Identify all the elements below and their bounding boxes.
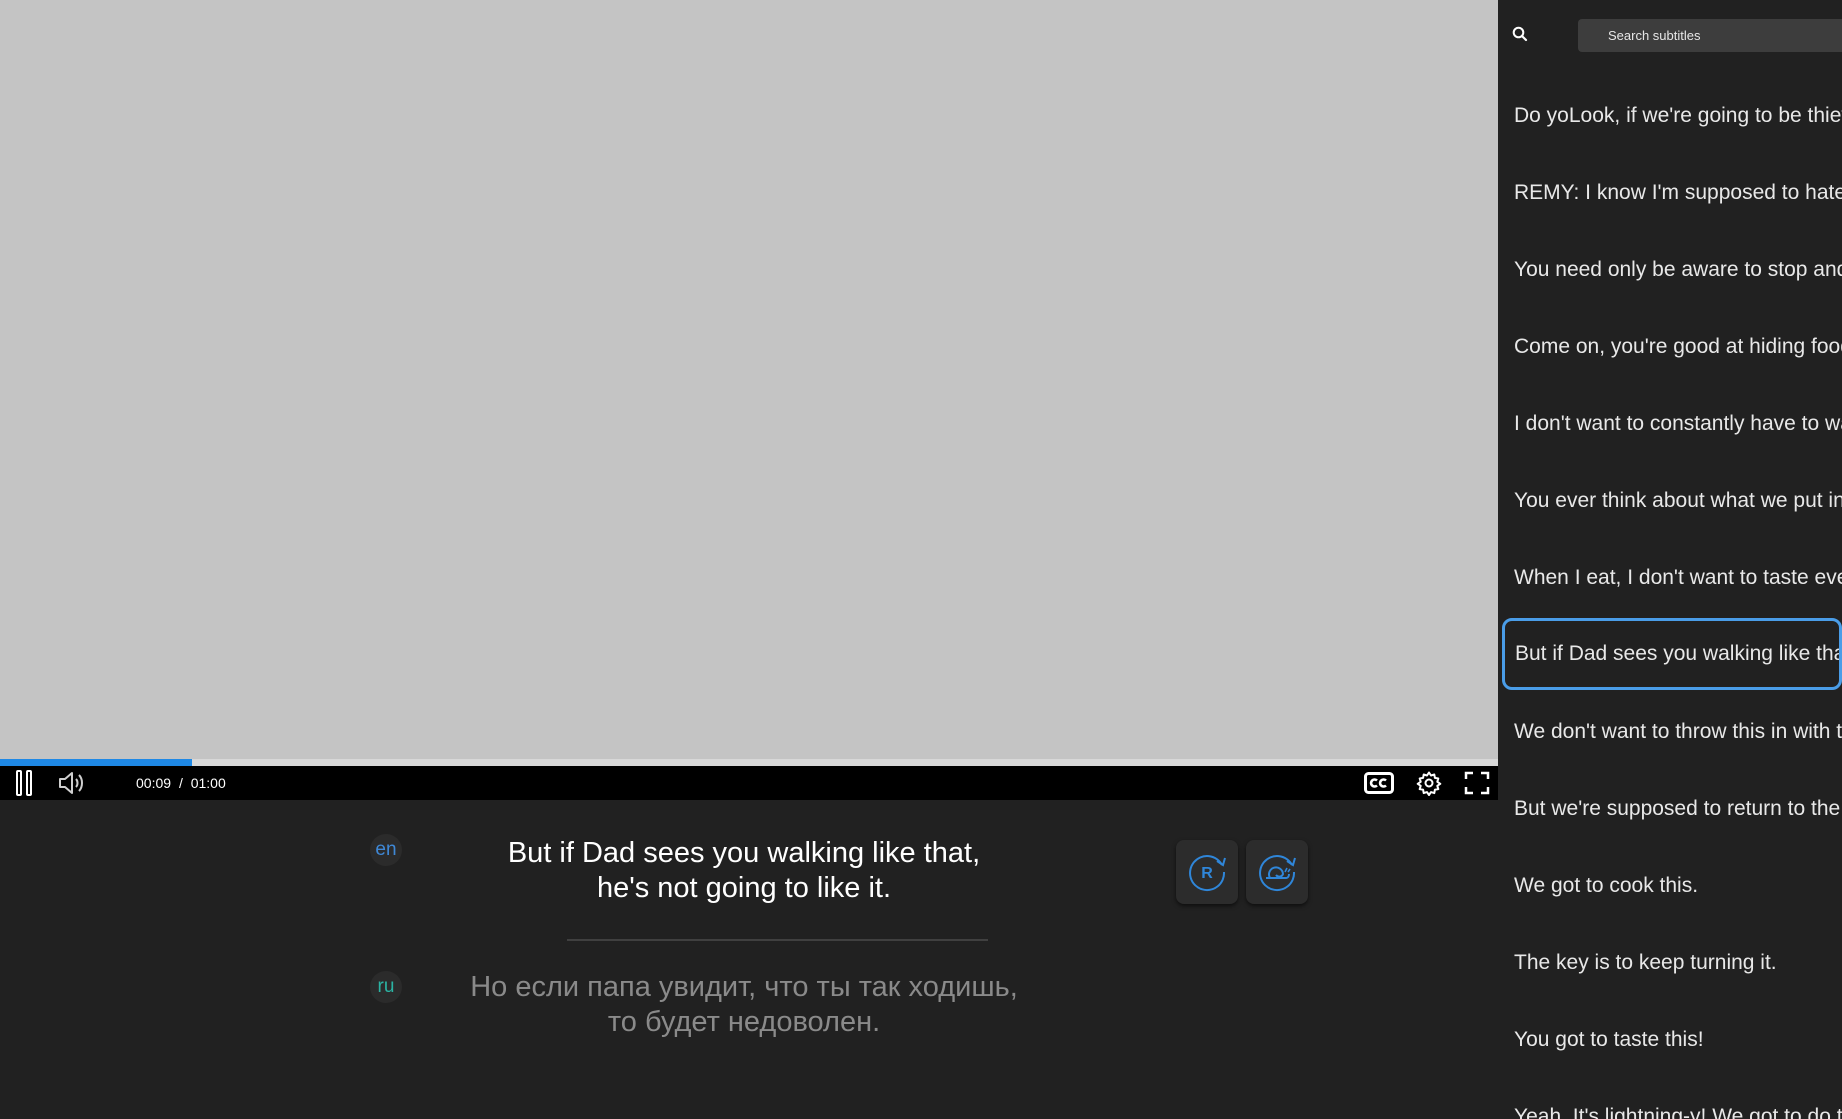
subtitle-list-item-text: I don't want to constantly have to wait	[1514, 411, 1842, 435]
duration: 01:00	[190, 775, 226, 791]
subtitle-list-item[interactable]: Come on, you're good at hiding food	[1498, 308, 1842, 385]
subtitle-list-item-text: Come on, you're good at hiding food	[1514, 334, 1842, 358]
subtitle-list-item-text: But if Dad sees you walking like that	[1515, 642, 1842, 665]
subtitle-list-item-text: Do yoLook, if we're going to be thieves	[1514, 103, 1842, 127]
subtitle-list-item[interactable]: But we're supposed to return to the	[1498, 770, 1842, 847]
fullscreen-button[interactable]	[1460, 766, 1494, 800]
captions-button[interactable]	[1362, 766, 1396, 800]
primary-subtitle: But if Dad sees you walking like that, h…	[507, 837, 981, 904]
subtitle-list-item-text: You got to taste this!	[1514, 1027, 1704, 1051]
settings-button[interactable]	[1412, 766, 1446, 800]
repeat-icon: R	[1189, 855, 1226, 892]
subtitle-list-item-text: You need only be aware to stop and	[1514, 257, 1842, 281]
video-frame[interactable]	[0, 0, 1498, 760]
subtitle-divider	[567, 939, 988, 941]
repeat-subtitle-button[interactable]: R	[1176, 840, 1238, 904]
volume-button[interactable]	[56, 766, 88, 800]
subtitle-list-item[interactable]: You ever think about what we put in	[1498, 462, 1842, 539]
secondary-subtitle: Но если папа увидит, что ты так ходишь, …	[470, 971, 1018, 1038]
volume-icon	[59, 772, 83, 794]
subtitle-list-item-text: Yeah. It's lightning-y! We got to do th	[1514, 1104, 1842, 1119]
subtitle-list-item[interactable]: We don't want to throw this in with t	[1498, 693, 1842, 770]
language-badge-en[interactable]: en	[370, 834, 402, 866]
subtitle-list-item[interactable]: I don't want to constantly have to wait	[1498, 385, 1842, 462]
repeat-label: R	[1201, 865, 1213, 882]
subtitle-sidebar: Do yoLook, if we're going to be thieves R…	[1498, 0, 1842, 1119]
subtitle-list-item[interactable]: You need only be aware to stop and	[1498, 231, 1842, 308]
subtitle-list-item-text: We got to cook this.	[1514, 873, 1699, 897]
player-controls: 00:09 / 01:00	[0, 766, 1498, 800]
subtitle-list-item[interactable]: The key is to keep turning it.	[1498, 924, 1842, 1001]
subtitle-list-item-text: You ever think about what we put in	[1514, 488, 1842, 512]
gear-icon	[1416, 771, 1442, 796]
search-subtitles-input[interactable]	[1578, 19, 1842, 52]
subtitle-list-item[interactable]: Yeah. It's lightning-y! We got to do th	[1498, 1078, 1842, 1119]
subtitle-list-item-text: We don't want to throw this in with t	[1514, 719, 1842, 743]
subtitle-list: Do yoLook, if we're going to be thieves R…	[1498, 77, 1842, 1119]
search-icon	[1512, 26, 1528, 42]
time-separator: /	[178, 775, 183, 791]
subtitle-list-item[interactable]: REMY: I know I'm supposed to hate	[1498, 154, 1842, 231]
seek-bar-played	[0, 759, 192, 766]
current-time: 00:09	[136, 775, 172, 791]
subtitle-list-item-text: REMY: I know I'm supposed to hate	[1514, 180, 1842, 204]
pause-icon	[16, 770, 32, 796]
snail-replay-icon	[1259, 855, 1296, 892]
time-display: 00:09 / 01:00	[136, 766, 226, 800]
slow-replay-button[interactable]	[1246, 840, 1308, 904]
subtitle-list-item[interactable]: We got to cook this.	[1498, 847, 1842, 924]
subtitle-list-item-text: When I eat, I don't want to taste ever	[1514, 565, 1842, 589]
subtitle-list-item[interactable]: Do yoLook, if we're going to be thieves	[1498, 77, 1842, 154]
subtitle-list-item-text: The key is to keep turning it.	[1514, 950, 1777, 974]
subtitle-list-item-text: But we're supposed to return to the	[1514, 796, 1841, 820]
subtitle-list-item[interactable]: When I eat, I don't want to taste ever	[1498, 539, 1842, 616]
subtitle-list-item[interactable]: You got to taste this!	[1498, 1001, 1842, 1078]
fullscreen-icon	[1464, 771, 1490, 795]
closed-captions-icon	[1364, 772, 1394, 794]
search-button[interactable]	[1512, 26, 1534, 48]
subtitle-list-item-active[interactable]: But if Dad sees you walking like that	[1502, 618, 1842, 690]
pause-button[interactable]	[10, 766, 38, 800]
subtitle-panel: en But if Dad sees you walking like that…	[0, 800, 1498, 1119]
seek-bar[interactable]	[0, 759, 1498, 766]
